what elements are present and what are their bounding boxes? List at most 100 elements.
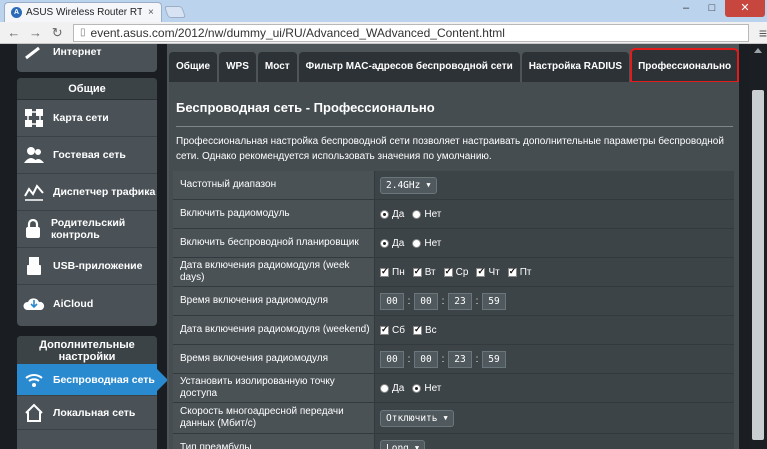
- internet-icon: [25, 46, 40, 60]
- radio-option-yes[interactable]: Да: [380, 383, 404, 394]
- cloud-icon: [23, 293, 45, 315]
- time-separator: :: [475, 295, 479, 307]
- radio-button[interactable]: [380, 209, 389, 219]
- select-value: 2.4GHz: [386, 179, 421, 191]
- close-window-button[interactable]: ✕: [725, 0, 765, 17]
- network-map-icon: [23, 107, 45, 129]
- setting-label: Частотный диапазон: [173, 171, 375, 199]
- tab-professional[interactable]: Профессионально: [630, 48, 740, 83]
- reload-icon[interactable]: ↻: [49, 25, 65, 41]
- table-row-weekend-time: Время включения радиомодуля 00 : 00 : 23…: [173, 345, 734, 374]
- tab-wps[interactable]: WPS: [219, 52, 256, 82]
- sidebar-item-guest-network[interactable]: Гостевая сеть: [17, 137, 157, 174]
- scroll-up-arrow-icon[interactable]: [754, 48, 762, 53]
- checkbox-fri[interactable]: Пт: [507, 266, 531, 278]
- preamble-select[interactable]: Long ▼: [380, 439, 426, 449]
- usb-icon: [23, 255, 45, 277]
- sidebar-item-internet[interactable]: Интернет: [17, 44, 157, 72]
- radio-option-yes[interactable]: Да: [380, 238, 404, 249]
- tab-general[interactable]: Общие: [169, 52, 218, 82]
- radio-label: Да: [392, 237, 405, 249]
- band-select[interactable]: 2.4GHz ▼: [380, 176, 437, 194]
- setting-value: Long ▼: [375, 434, 734, 449]
- forward-arrow-icon[interactable]: →: [28, 25, 44, 41]
- tab-close-icon[interactable]: ×: [148, 7, 154, 18]
- sidebar-general: Общие Карта сети Гостевая сеть Диспетчер…: [17, 78, 157, 326]
- minimize-button[interactable]: –: [673, 0, 699, 17]
- tab-mac-filter[interactable]: Фильтр MAC-адресов беспроводной сети: [298, 52, 520, 82]
- new-tab-button[interactable]: [163, 6, 187, 18]
- radio-button[interactable]: [412, 209, 422, 219]
- sidebar-item-wireless[interactable]: Беспроводная сеть: [17, 364, 168, 396]
- end-hour-input[interactable]: 23: [448, 292, 472, 310]
- checkbox-thu[interactable]: Чт: [476, 266, 500, 278]
- radio-option-no[interactable]: Нет: [412, 238, 441, 249]
- checkbox-wed[interactable]: Ср: [443, 266, 468, 278]
- page-scrollbar[interactable]: [749, 44, 767, 449]
- sidebar-item-label: Беспроводная сеть: [53, 373, 155, 386]
- tab-bridge[interactable]: Мост: [257, 52, 297, 82]
- sidebar-item-traffic-manager[interactable]: Диспетчер трафика: [17, 174, 157, 211]
- setting-label: Включить радиомодуль: [173, 200, 375, 228]
- sidebar-item-aicloud[interactable]: AiCloud: [17, 285, 157, 322]
- back-arrow-icon[interactable]: ←: [6, 25, 22, 41]
- title-divider: [176, 126, 733, 127]
- setting-value: 00 : 00 : 23 : 59: [375, 287, 734, 315]
- radio-label: Нет: [424, 208, 442, 220]
- sidebar-item-label: Диспетчер трафика: [53, 186, 156, 198]
- radio-button[interactable]: [380, 383, 389, 393]
- browser-toolbar: ← → ↻ ▯ event.asus.com/2012/nw/dummy_ui/…: [0, 22, 767, 44]
- menu-icon[interactable]: ≡: [759, 25, 767, 41]
- multicast-rate-select[interactable]: Отключить ▼: [380, 409, 454, 427]
- start-minute-input[interactable]: 00: [414, 292, 438, 310]
- checkbox-label: Вт: [424, 266, 436, 278]
- start-hour-input[interactable]: 00: [380, 350, 404, 368]
- select-value: Отключить: [386, 412, 438, 424]
- dropdown-caret-icon: ▼: [414, 443, 420, 449]
- radio-option-no[interactable]: Нет: [412, 383, 441, 394]
- checkbox-label: Вс: [424, 324, 437, 336]
- sidebar-item-network-map[interactable]: Карта сети: [17, 100, 157, 137]
- checkbox[interactable]: [380, 266, 389, 277]
- address-bar[interactable]: ▯ event.asus.com/2012/nw/dummy_ui/RU/Adv…: [73, 23, 749, 42]
- sidebar-item-lan[interactable]: Локальная сеть: [17, 396, 157, 430]
- scrollbar-thumb[interactable]: [752, 90, 764, 440]
- sidebar-item-partial[interactable]: [17, 430, 157, 444]
- checkbox-sat[interactable]: Сб: [380, 324, 405, 336]
- radio-button[interactable]: [412, 383, 422, 393]
- sidebar-item-usb-app[interactable]: USB-приложение: [17, 248, 157, 285]
- start-minute-input[interactable]: 00: [414, 350, 438, 368]
- checkbox[interactable]: [443, 266, 453, 277]
- checkbox-label: Чт: [488, 266, 500, 278]
- table-row-preamble: Тип преамбулы Long ▼: [173, 434, 734, 449]
- radio-option-yes[interactable]: Да: [380, 209, 404, 220]
- sidebar-item-parental-control[interactable]: Родительский контроль: [17, 211, 157, 248]
- checkbox[interactable]: [412, 266, 422, 277]
- tab-radius[interactable]: Настройка RADIUS: [521, 52, 630, 82]
- checkbox-tue[interactable]: Вт: [412, 266, 436, 278]
- checkbox[interactable]: [507, 266, 517, 277]
- start-hour-input[interactable]: 00: [380, 292, 404, 310]
- checkbox-mon[interactable]: Пн: [380, 266, 405, 278]
- checkbox-label: Сб: [392, 324, 405, 336]
- sidebar-item-label: Карта сети: [53, 112, 109, 124]
- checkbox-sun[interactable]: Вс: [412, 324, 437, 336]
- table-row-ap-isolation: Установить изолированную точку доступа Д…: [173, 374, 734, 403]
- setting-label: Включить беспроводной планировщик: [173, 229, 375, 257]
- checkbox[interactable]: [476, 266, 486, 277]
- checkbox[interactable]: [412, 324, 422, 335]
- radio-option-no[interactable]: Нет: [412, 209, 441, 220]
- radio-label: Нет: [424, 382, 442, 394]
- checkbox-label: Пн: [392, 266, 405, 278]
- end-hour-input[interactable]: 23: [448, 350, 472, 368]
- setting-value: 2.4GHz ▼: [375, 171, 734, 199]
- maximize-button[interactable]: □: [699, 0, 725, 17]
- radio-button[interactable]: [412, 238, 422, 248]
- radio-button[interactable]: [380, 238, 389, 248]
- end-minute-input[interactable]: 59: [482, 292, 506, 310]
- tab-title: ASUS Wireless Router RT-: [26, 7, 142, 18]
- setting-value: Да Нет: [375, 229, 734, 257]
- browser-tab[interactable]: A ASUS Wireless Router RT- ×: [4, 2, 162, 22]
- checkbox[interactable]: [380, 324, 389, 335]
- end-minute-input[interactable]: 59: [482, 350, 506, 368]
